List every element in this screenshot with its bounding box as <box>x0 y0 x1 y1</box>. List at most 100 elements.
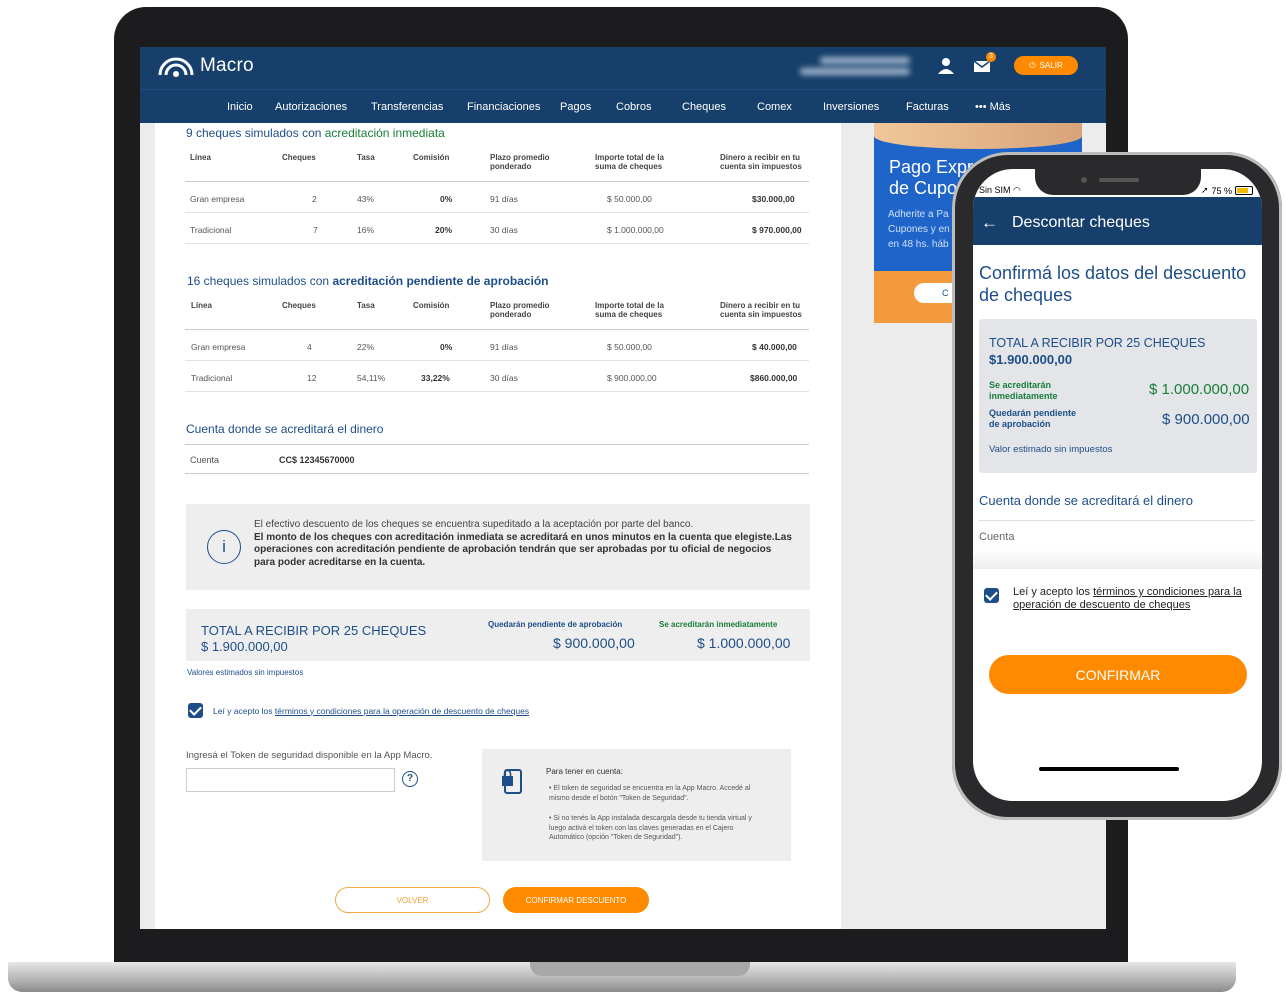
mobile-pendiente-label: Quedarán pendiente de aprobación <box>989 408 1077 429</box>
user-icon[interactable] <box>936 56 956 76</box>
table-pendiente: Línea Cheques Tasa Comisión Plazo promed… <box>185 294 809 392</box>
inmediata-amount: $ 1.000.000,00 <box>697 635 791 651</box>
col-tasa: Tasa <box>357 301 375 310</box>
terms-checkbox[interactable] <box>188 703 203 718</box>
mobile-confirm-button[interactable]: CONFIRMAR <box>989 655 1247 694</box>
col-cheques: Cheques <box>282 153 316 162</box>
col-dinero: Dinero a recibir en tu cuenta sin impues… <box>720 153 802 171</box>
battery-text: 75 % <box>1211 185 1233 196</box>
section-pendiente-title: 16 cheques simulados con acreditación pe… <box>187 274 548 288</box>
divider <box>979 520 1255 521</box>
info-icon: i <box>207 530 241 564</box>
total-title: TOTAL A RECIBIR POR 25 CHEQUES <box>201 623 427 638</box>
section-title-prefix: 16 cheques simulados con <box>187 274 333 288</box>
home-indicator <box>1039 767 1179 771</box>
banner-text: Adherite a Pa Cupones y en en 48 hs. háb <box>888 207 950 252</box>
main-content: 9 cheques simulados con acreditación inm… <box>155 123 841 929</box>
main-nav: Inicio Autorizaciones Transferencias Fin… <box>140 89 1106 123</box>
col-plazo: Plazo promedio ponderado <box>490 301 550 319</box>
col-importe: Importe total de la suma de cheques <box>595 153 664 171</box>
cuenta-title: Cuenta donde se acreditará el dinero <box>186 422 384 436</box>
mobile-screen: Sin SIM ◠ ➚ 75 % ← Descontar cheques Conf… <box>973 169 1262 801</box>
tip-box: Para tener en cuenta: • El token de segu… <box>482 749 791 861</box>
cell-dinero: $ 40.000,00 <box>752 342 797 352</box>
cell-importe: $ 900.000,00 <box>607 373 657 383</box>
terms-link[interactable]: términos y condiciones para la operación… <box>275 706 529 716</box>
nav-comex[interactable]: Comex <box>757 101 792 113</box>
cell-importe: $ 50.000,00 <box>607 342 652 352</box>
logout-button[interactable]: ⏻ SALIR <box>1014 56 1078 75</box>
power-icon: ⏻ <box>1029 60 1036 70</box>
brand-logo[interactable]: Macro <box>158 55 254 77</box>
nav-financiaciones[interactable]: Financiaciones <box>467 101 540 113</box>
banner-title-2: de Cupor <box>889 178 964 198</box>
nav-facturas[interactable]: Facturas <box>906 101 949 113</box>
battery-status: ➚ 75 % <box>1201 185 1254 196</box>
table-header: Línea Cheques Tasa Comisión Plazo promed… <box>185 146 809 182</box>
info-text-1: El efectivo descuento de los cheques se … <box>254 519 694 530</box>
mobile-terms-text: Leí y acepto los términos y condiciones … <box>1013 586 1243 612</box>
info-box: i El efectivo descuento de los cheques s… <box>186 504 810 590</box>
terms-text: Leí y acepto los términos y condiciones … <box>213 706 529 716</box>
col-comision: Comisión <box>413 153 450 162</box>
wifi-icon: ◠ <box>1013 185 1021 195</box>
macro-logo-icon <box>158 57 194 77</box>
cell-importe: $ 50.000,00 <box>607 194 652 204</box>
volver-button[interactable]: VOLVER <box>335 887 490 913</box>
banner-text-1: Adherite a Pa <box>888 209 949 220</box>
confirmar-descuento-button[interactable]: CONFIRMAR DESCUENTO <box>503 887 649 913</box>
brand-name: Macro <box>200 55 254 76</box>
cell-comision: 0% <box>440 194 453 204</box>
cell-tasa: 22% <box>357 342 375 352</box>
cell-plazo: 30 días <box>490 373 518 383</box>
table-row: Gran empresa 2 43% 0% 91 días $ 50.000,0… <box>185 182 809 213</box>
nav-inversiones[interactable]: Inversiones <box>823 101 879 113</box>
cell-linea: Tradicional <box>191 373 233 383</box>
shadow-strip <box>973 549 1262 569</box>
nav-transferencias[interactable]: Transferencias <box>371 101 443 113</box>
col-importe: Importe total de la suma de cheques <box>595 301 664 319</box>
nav-pagos[interactable]: Pagos <box>560 101 591 113</box>
table-header: Línea Cheques Tasa Comisión Plazo promed… <box>185 294 809 330</box>
inmediata-label: Se acreditarán inmediatamente <box>659 620 778 629</box>
help-icon[interactable]: ? <box>402 771 418 787</box>
tip-title: Para tener en cuenta: <box>546 767 623 776</box>
col-linea: Línea <box>191 301 212 310</box>
col-cheques: Cheques <box>282 301 316 310</box>
cell-cheques: 12 <box>307 373 317 383</box>
top-bar: Macro 3 ⏻ SALIR <box>140 47 1106 89</box>
col-linea: Línea <box>190 153 211 162</box>
banner-text-3: en 48 hs. háb <box>888 239 949 250</box>
mobile-terms-prefix: Leí y acepto los <box>1013 586 1094 598</box>
cell-tasa: 43% <box>357 194 375 204</box>
table-row: Tradicional 12 54,11% 33,22% 30 días $ 9… <box>185 361 809 392</box>
cell-plazo: 30 días <box>490 225 518 235</box>
mobile-note: Valor estimado sin impuestos <box>989 444 1113 455</box>
mail-button[interactable]: 3 <box>972 52 996 76</box>
battery-icon <box>1235 186 1254 195</box>
token-label: Ingresá el Token de seguridad disponible… <box>186 750 433 761</box>
pendiente-amount: $ 900.000,00 <box>553 635 635 651</box>
cell-cheques: 4 <box>307 342 312 352</box>
nav-inicio[interactable]: Inicio <box>227 101 253 113</box>
cell-importe: $ 1.000.000,00 <box>607 225 664 235</box>
token-input[interactable] <box>186 768 395 792</box>
nav-autorizaciones[interactable]: Autorizaciones <box>275 101 347 113</box>
cell-dinero: $860.000,00 <box>750 373 798 383</box>
mobile-total-amount: $1.900.000,00 <box>989 352 1073 367</box>
mobile-terms-checkbox[interactable] <box>984 588 999 603</box>
nav-cheques[interactable]: Cheques <box>682 101 726 113</box>
col-plazo: Plazo promedio ponderado <box>490 153 550 171</box>
col-dinero: Dinero a recibir en tu cuenta sin impues… <box>720 301 802 319</box>
cell-comision: 20% <box>435 225 453 235</box>
mobile-inmediata-label: Se acreditarán inmediatamente <box>989 380 1058 401</box>
valores-note: Valores estimados sin impuestos <box>187 668 304 677</box>
nav-mas[interactable]: ••• Más <box>975 101 1010 113</box>
pendiente-label: Quedarán pendiente de aprobación <box>488 620 623 629</box>
terms-row: Leí y acepto los términos y condiciones … <box>188 703 529 718</box>
back-arrow-icon[interactable]: ← <box>981 213 998 233</box>
cuenta-row: Cuenta CC$ 12345670000 <box>185 444 809 474</box>
nav-cobros[interactable]: Cobros <box>616 101 651 113</box>
banner-text-2: Cupones y en <box>888 224 950 235</box>
mobile-cuenta-label[interactable]: Cuenta <box>979 531 1014 543</box>
